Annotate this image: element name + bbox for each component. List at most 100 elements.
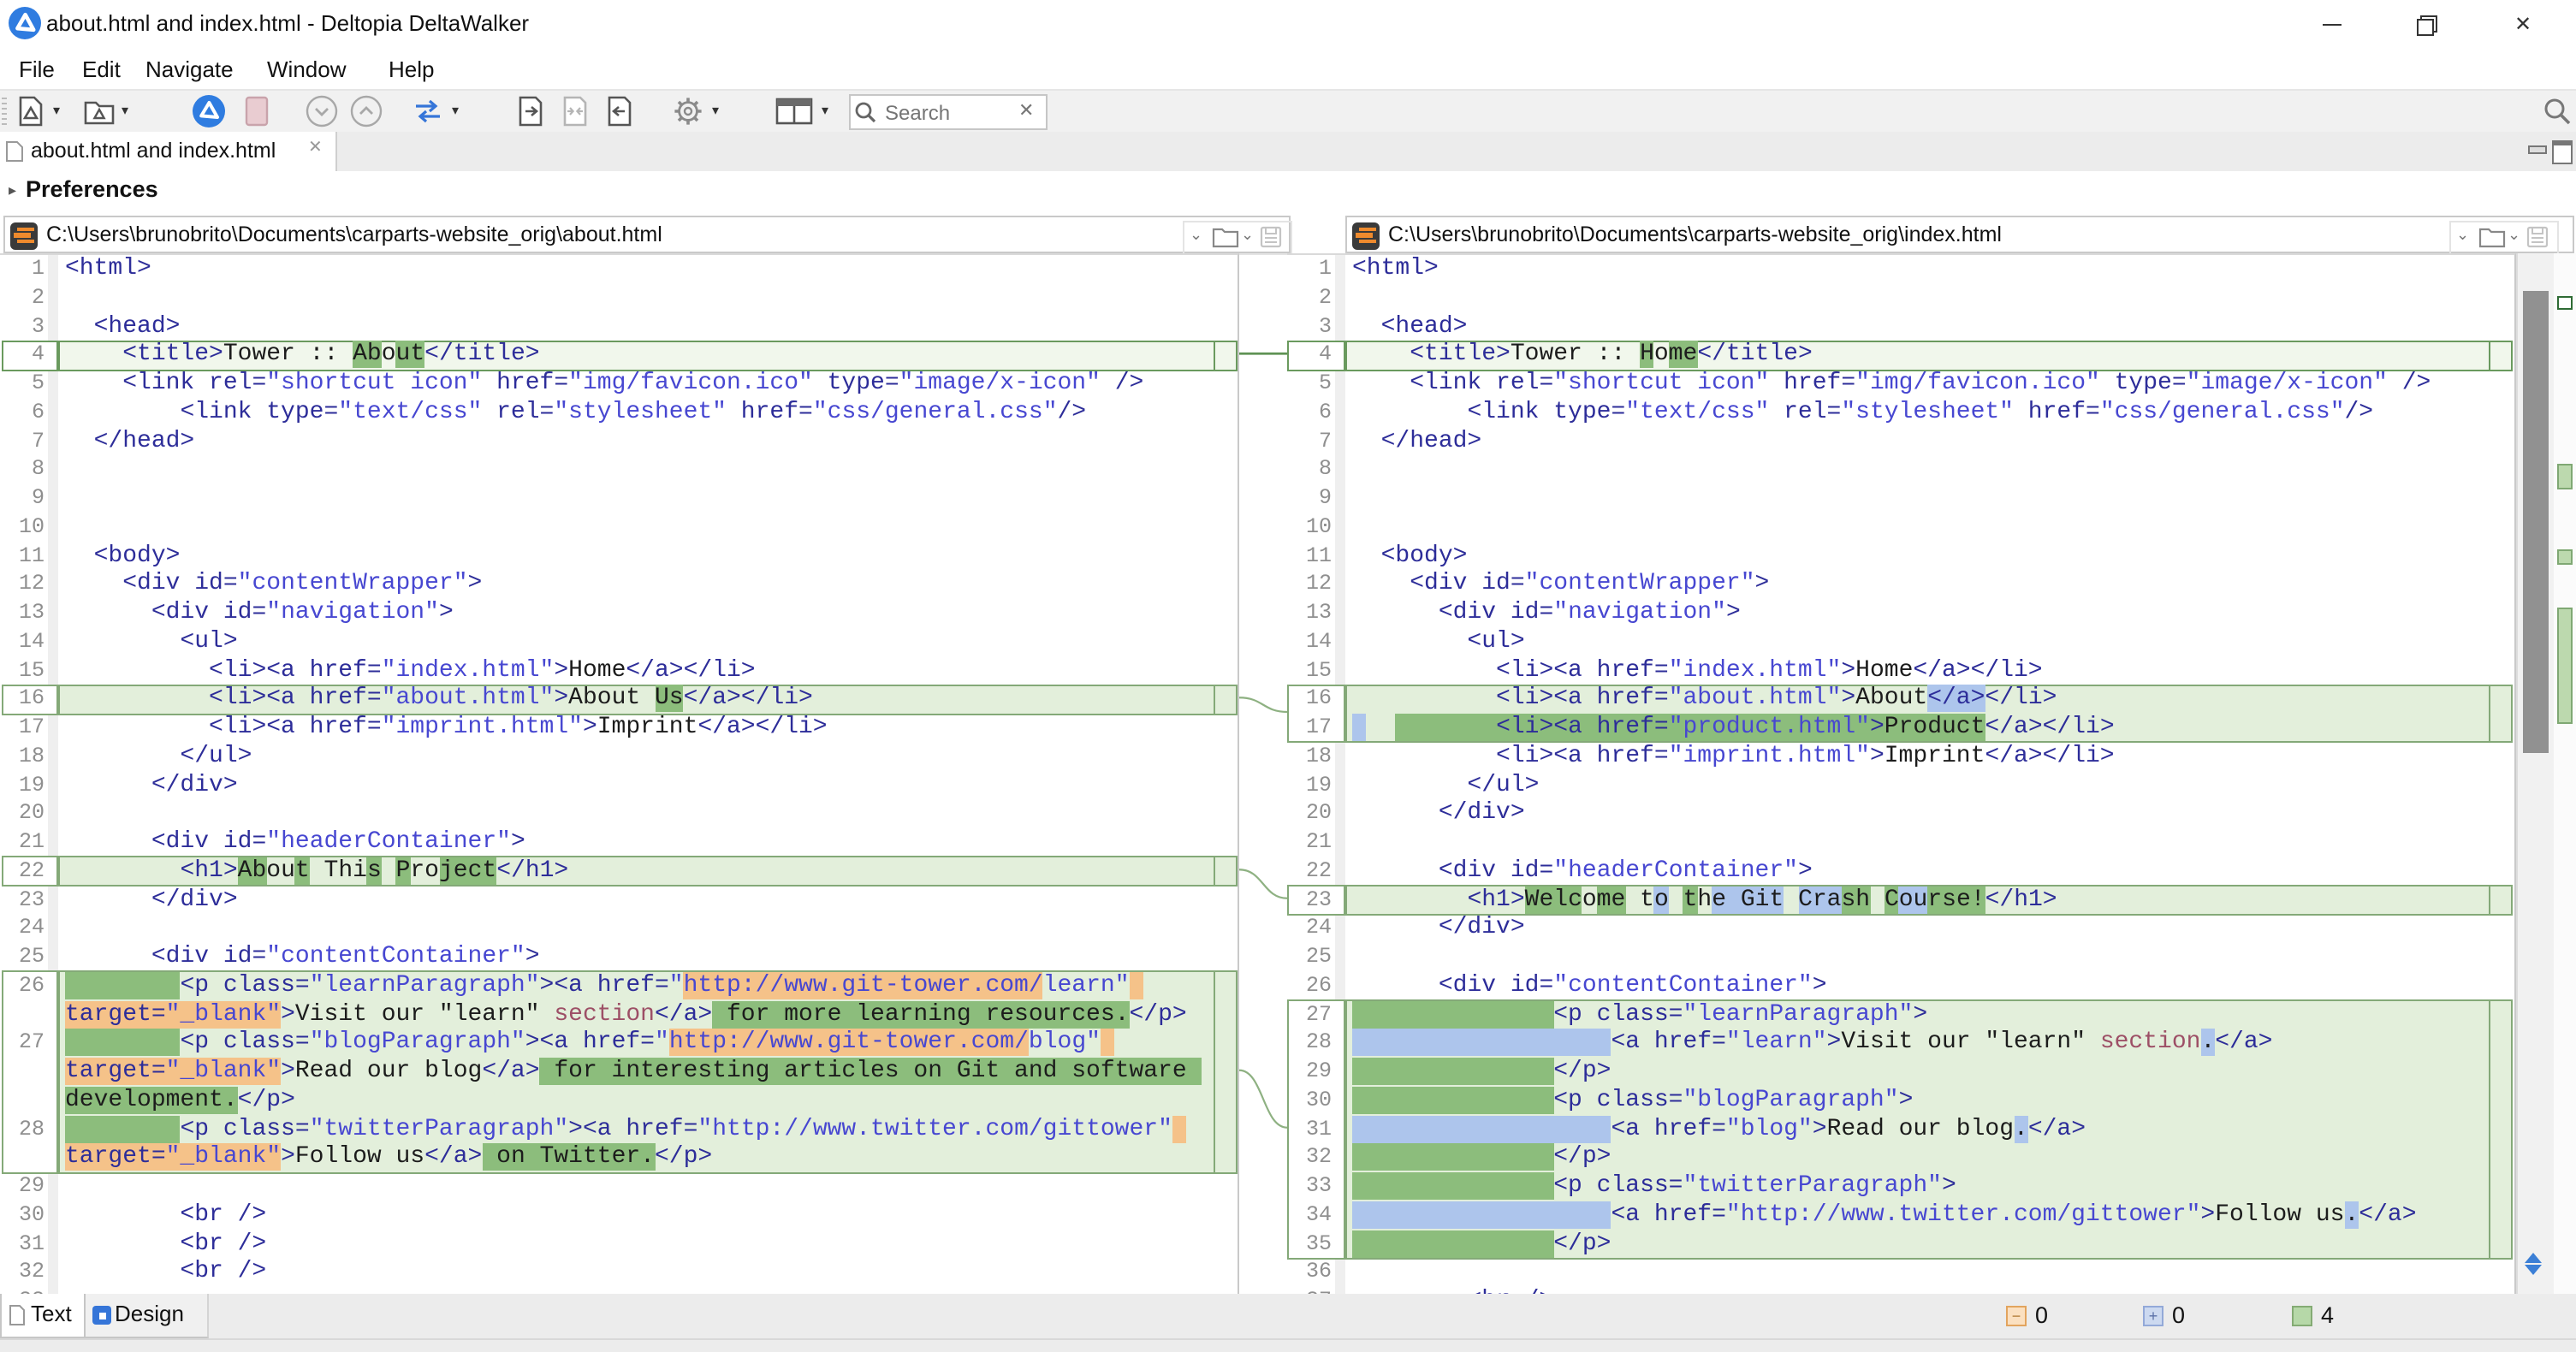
overview-marker[interactable]	[2557, 464, 2573, 489]
line-number: 2	[1287, 284, 1332, 313]
collapse-chevron-icon[interactable]: ▸	[9, 181, 16, 200]
swap-sides-dropdown-icon[interactable]: ▾	[452, 103, 459, 118]
line-number: 20	[0, 800, 45, 829]
code-row: 23 </div>	[0, 886, 1239, 915]
chevron-down-icon[interactable]: ⌄	[2508, 226, 2520, 245]
line-number: 28	[0, 1115, 45, 1144]
layout-dropdown-icon[interactable]: ▾	[822, 103, 828, 118]
compare-folders-dropdown-icon[interactable]: ▾	[122, 103, 128, 118]
line-number: 35	[1287, 1230, 1332, 1259]
code-row: 10	[0, 513, 1239, 543]
code-row: 28 <a href="learn">Visit our "learn" sec…	[1287, 1029, 2516, 1058]
code-row: 25 <div id="contentContainer">	[0, 943, 1239, 972]
line-number: 22	[1287, 857, 1332, 887]
line-number: 14	[1287, 628, 1332, 657]
bottom-bar: Text Design − 0 + 0 4	[0, 1294, 2576, 1352]
code-text: </head>	[1352, 427, 1481, 456]
code-row: 2	[0, 284, 1239, 313]
menu-navigate[interactable]: Navigate	[135, 53, 244, 86]
code-row: 11 <body>	[1287, 542, 2516, 571]
line-number: 23	[1287, 886, 1332, 915]
overview-marker[interactable]	[2557, 608, 2573, 724]
left-header-actions: ⌄ ⌄	[1183, 221, 1292, 255]
line-number: 9	[0, 484, 45, 513]
code-row: 2	[1287, 284, 2516, 313]
code-row: 31 <br />	[0, 1230, 1239, 1259]
code-text: <a href="http://www.twitter.com/gittower…	[1352, 1201, 2417, 1230]
line-number: 17	[1287, 714, 1332, 743]
right-editor[interactable]: 1<html>23 <head>4 <title>Tower :: Home</…	[1287, 253, 2516, 1294]
code-text: development.</p>	[65, 1087, 295, 1116]
overview-ruler	[2554, 253, 2576, 1294]
line-number: 27	[0, 1029, 45, 1058]
title-bar: about.html and index.html - Deltopia Del…	[0, 0, 2576, 48]
compare-files-dropdown-icon[interactable]: ▾	[53, 103, 60, 118]
menu-help[interactable]: Help	[378, 53, 445, 86]
layout-icon[interactable]	[774, 94, 815, 128]
code-row: 29 </p>	[1287, 1058, 2516, 1087]
vertical-scrollbar	[2516, 253, 2554, 1294]
line-number: 25	[0, 943, 45, 972]
minimize-pane-icon[interactable]	[2528, 145, 2547, 154]
swap-sides-icon[interactable]	[411, 94, 445, 128]
code-text: </div>	[65, 771, 238, 800]
line-number: 5	[1287, 370, 1332, 399]
line-number: 11	[0, 542, 45, 571]
overview-marker-current[interactable]	[2557, 296, 2573, 310]
code-text: <li><a href="about.html">About Us</a></l…	[65, 685, 813, 715]
settings-dropdown-icon[interactable]: ▾	[712, 103, 719, 118]
chevron-down-icon[interactable]: ⌄	[1190, 226, 1202, 245]
line-number: 15	[1287, 656, 1332, 685]
code-text: <head>	[1352, 312, 1467, 341]
find-icon[interactable]	[2540, 94, 2574, 128]
settings-gear-icon[interactable]	[671, 94, 705, 128]
code-row: 22 <h1>About This Project</h1>	[0, 857, 1239, 887]
left-editor[interactable]: 1<html>23 <head>4 <title>Tower :: About<…	[0, 253, 1239, 1294]
previous-difference-icon	[349, 94, 383, 128]
line-number: 29	[1287, 1058, 1332, 1087]
document-tab-label: about.html and index.html	[31, 139, 276, 163]
chevron-down-icon[interactable]: ⌄	[1241, 226, 1254, 245]
code-row: 17 <li><a href="imprint.html">Imprint</a…	[0, 714, 1239, 743]
scrollbar-thumb[interactable]	[2523, 291, 2549, 753]
code-row: 4 <title>Tower :: Home</title>	[1287, 341, 2516, 371]
chevron-down-icon[interactable]: ⌄	[2456, 226, 2469, 245]
menu-edit[interactable]: Edit	[72, 53, 131, 86]
toolbar-search: ✕	[849, 94, 1048, 130]
close-button[interactable]: ✕	[2485, 0, 2561, 48]
refresh-compare-icon[interactable]	[192, 94, 226, 128]
browse-folder-icon[interactable]	[1212, 226, 1239, 248]
stop-icon	[240, 94, 274, 128]
line-number: 25	[1287, 943, 1332, 972]
menu-window[interactable]: Window	[257, 53, 357, 86]
copy-to-right-icon[interactable]	[513, 94, 548, 128]
preferences-section: ▸ Preferences	[0, 171, 2576, 214]
document-tab[interactable]: about.html and index.html ✕	[0, 132, 337, 171]
tab-design[interactable]: Design	[86, 1294, 209, 1338]
code-text: <h1>About This Project</h1>	[65, 857, 568, 887]
browse-folder-icon[interactable]	[2478, 226, 2506, 248]
text-view-icon	[9, 1304, 26, 1326]
tab-text[interactable]: Text	[0, 1294, 86, 1338]
minimize-button[interactable]	[2294, 0, 2369, 48]
deltawalker-window: about.html and index.html - Deltopia Del…	[0, 0, 2576, 1352]
compare-folders-icon[interactable]	[82, 94, 116, 128]
menu-file[interactable]: File	[9, 53, 65, 86]
search-input[interactable]	[881, 98, 1015, 127]
merge-icon	[558, 94, 592, 128]
restore-button[interactable]	[2389, 0, 2465, 48]
code-text: <p class="blogParagraph">	[1352, 1087, 1913, 1116]
search-clear-icon[interactable]: ✕	[1018, 99, 1034, 122]
code-row: 13 <div id="navigation">	[0, 599, 1239, 628]
scroll-link-icon[interactable]	[2525, 1253, 2547, 1287]
line-number: 24	[0, 915, 45, 944]
code-row: 33 <p class="twitterParagraph">	[1287, 1172, 2516, 1201]
maximize-pane-icon[interactable]	[2552, 140, 2573, 164]
tab-close-icon[interactable]: ✕	[308, 139, 323, 157]
code-row: 32 </p>	[1287, 1144, 2516, 1173]
copy-to-left-icon[interactable]	[602, 94, 637, 128]
code-row: 8	[0, 456, 1239, 485]
code-row: 9	[0, 484, 1239, 513]
compare-files-icon[interactable]	[14, 94, 48, 128]
overview-marker[interactable]	[2557, 549, 2573, 565]
